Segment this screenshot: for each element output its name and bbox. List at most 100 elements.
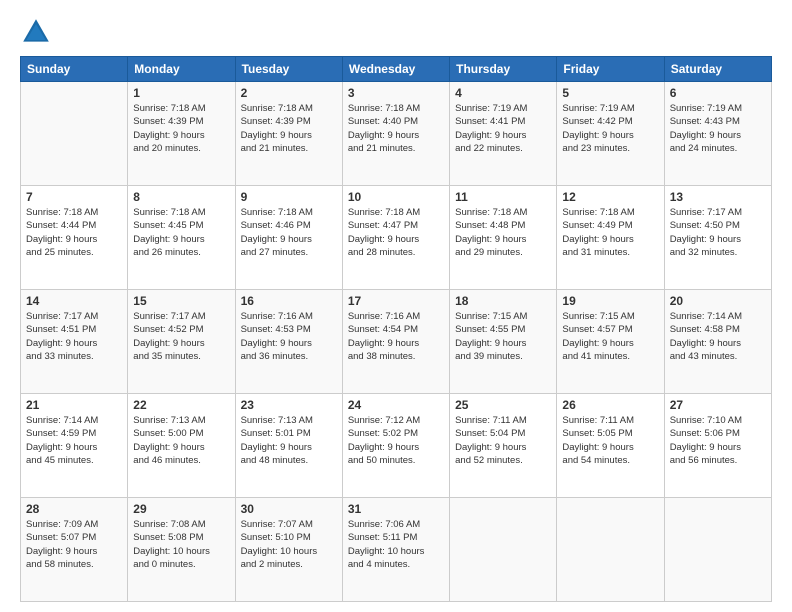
day-number: 12 [562,190,658,204]
calendar-cell: 3Sunrise: 7:18 AM Sunset: 4:40 PM Daylig… [342,82,449,186]
calendar-cell: 8 Sunrise: 7:18 AM Sunset: 4:45 PM Daylig… [128,186,235,290]
calendar-cell: 9Sunrise: 7:18 AM Sunset: 4:46 PM Daylig… [235,186,342,290]
day-number: 17 [348,294,444,308]
header-day-monday: Monday [128,57,235,82]
calendar-cell: 11 Sunrise: 7:18 AM Sunset: 4:48 PM Dayli… [450,186,557,290]
day-number: 30 [241,502,337,516]
header-day-sunday: Sunday [21,57,128,82]
cell-content: Sunrise: 7:19 AM Sunset: 4:41 PM Dayligh… [455,102,551,155]
cell-content: Sunrise: 7:14 AM Sunset: 4:59 PM Dayligh… [26,414,122,467]
cell-content: Sunrise: 7:18 AM Sunset: 4:39 PM Dayligh… [133,102,229,155]
calendar-cell: 31Sunrise: 7:06 AM Sunset: 5:11 PM Dayli… [342,498,449,602]
header-day-wednesday: Wednesday [342,57,449,82]
cell-content: Sunrise: 7:16 AM Sunset: 4:53 PM Dayligh… [241,310,337,363]
day-number: 18 [455,294,551,308]
calendar-cell: 7 Sunrise: 7:18 AM Sunset: 4:44 PM Daylig… [21,186,128,290]
calendar-header-row: SundayMondayTuesdayWednesdayThursdayFrid… [21,57,772,82]
day-number: 25 [455,398,551,412]
calendar-cell: 16 Sunrise: 7:16 AM Sunset: 4:53 PM Dayli… [235,290,342,394]
day-number: 1 [133,86,229,100]
day-number: 19 [562,294,658,308]
calendar-cell: 13 Sunrise: 7:17 AM Sunset: 4:50 PM Dayli… [664,186,771,290]
header [20,16,772,48]
day-number: 8 [133,190,229,204]
cell-content: Sunrise: 7:15 AM Sunset: 4:57 PM Dayligh… [562,310,658,363]
calendar-cell: 27 Sunrise: 7:10 AM Sunset: 5:06 PM Dayli… [664,394,771,498]
cell-content: Sunrise: 7:17 AM Sunset: 4:51 PM Dayligh… [26,310,122,363]
day-number: 11 [455,190,551,204]
cell-content: Sunrise: 7:13 AM Sunset: 5:01 PM Dayligh… [241,414,337,467]
header-day-thursday: Thursday [450,57,557,82]
calendar-cell [557,498,664,602]
calendar-week-4: 21Sunrise: 7:14 AM Sunset: 4:59 PM Dayli… [21,394,772,498]
cell-content: Sunrise: 7:18 AM Sunset: 4:49 PM Dayligh… [562,206,658,259]
cell-content: Sunrise: 7:19 AM Sunset: 4:43 PM Dayligh… [670,102,766,155]
header-day-tuesday: Tuesday [235,57,342,82]
cell-content: Sunrise: 7:18 AM Sunset: 4:39 PM Dayligh… [241,102,337,155]
cell-content: Sunrise: 7:09 AM Sunset: 5:07 PM Dayligh… [26,518,122,571]
calendar-week-5: 28 Sunrise: 7:09 AM Sunset: 5:07 PM Dayli… [21,498,772,602]
cell-content: Sunrise: 7:11 AM Sunset: 5:05 PM Dayligh… [562,414,658,467]
calendar-cell: 21Sunrise: 7:14 AM Sunset: 4:59 PM Dayli… [21,394,128,498]
cell-content: Sunrise: 7:18 AM Sunset: 4:45 PM Dayligh… [133,206,229,259]
cell-content: Sunrise: 7:07 AM Sunset: 5:10 PM Dayligh… [241,518,337,571]
calendar-cell [21,82,128,186]
cell-content: Sunrise: 7:18 AM Sunset: 4:48 PM Dayligh… [455,206,551,259]
day-number: 15 [133,294,229,308]
cell-content: Sunrise: 7:14 AM Sunset: 4:58 PM Dayligh… [670,310,766,363]
day-number: 16 [241,294,337,308]
calendar-cell [664,498,771,602]
cell-content: Sunrise: 7:18 AM Sunset: 4:40 PM Dayligh… [348,102,444,155]
calendar-cell: 22Sunrise: 7:13 AM Sunset: 5:00 PM Dayli… [128,394,235,498]
day-number: 14 [26,294,122,308]
day-number: 4 [455,86,551,100]
calendar-cell: 15 Sunrise: 7:17 AM Sunset: 4:52 PM Dayli… [128,290,235,394]
page: SundayMondayTuesdayWednesdayThursdayFrid… [0,0,792,612]
calendar-cell: 2 Sunrise: 7:18 AM Sunset: 4:39 PM Daylig… [235,82,342,186]
calendar-cell: 5 Sunrise: 7:19 AM Sunset: 4:42 PM Daylig… [557,82,664,186]
cell-content: Sunrise: 7:17 AM Sunset: 4:52 PM Dayligh… [133,310,229,363]
calendar-cell: 23 Sunrise: 7:13 AM Sunset: 5:01 PM Dayli… [235,394,342,498]
day-number: 13 [670,190,766,204]
day-number: 28 [26,502,122,516]
day-number: 2 [241,86,337,100]
calendar-cell: 4 Sunrise: 7:19 AM Sunset: 4:41 PM Daylig… [450,82,557,186]
calendar-cell: 28 Sunrise: 7:09 AM Sunset: 5:07 PM Dayli… [21,498,128,602]
calendar-cell [450,498,557,602]
calendar-cell: 14 Sunrise: 7:17 AM Sunset: 4:51 PM Dayli… [21,290,128,394]
logo-icon [20,16,52,48]
cell-content: Sunrise: 7:16 AM Sunset: 4:54 PM Dayligh… [348,310,444,363]
calendar-cell: 29 Sunrise: 7:08 AM Sunset: 5:08 PM Dayli… [128,498,235,602]
day-number: 29 [133,502,229,516]
calendar-cell: 30 Sunrise: 7:07 AM Sunset: 5:10 PM Dayli… [235,498,342,602]
day-number: 31 [348,502,444,516]
calendar-cell: 26 Sunrise: 7:11 AM Sunset: 5:05 PM Dayli… [557,394,664,498]
cell-content: Sunrise: 7:17 AM Sunset: 4:50 PM Dayligh… [670,206,766,259]
cell-content: Sunrise: 7:18 AM Sunset: 4:44 PM Dayligh… [26,206,122,259]
cell-content: Sunrise: 7:08 AM Sunset: 5:08 PM Dayligh… [133,518,229,571]
day-number: 22 [133,398,229,412]
day-number: 23 [241,398,337,412]
day-number: 7 [26,190,122,204]
calendar-cell: 24Sunrise: 7:12 AM Sunset: 5:02 PM Dayli… [342,394,449,498]
calendar-week-2: 7 Sunrise: 7:18 AM Sunset: 4:44 PM Daylig… [21,186,772,290]
cell-content: Sunrise: 7:10 AM Sunset: 5:06 PM Dayligh… [670,414,766,467]
calendar-week-3: 14 Sunrise: 7:17 AM Sunset: 4:51 PM Dayli… [21,290,772,394]
cell-content: Sunrise: 7:15 AM Sunset: 4:55 PM Dayligh… [455,310,551,363]
cell-content: Sunrise: 7:12 AM Sunset: 5:02 PM Dayligh… [348,414,444,467]
header-day-friday: Friday [557,57,664,82]
calendar-cell: 17 Sunrise: 7:16 AM Sunset: 4:54 PM Dayli… [342,290,449,394]
calendar-table: SundayMondayTuesdayWednesdayThursdayFrid… [20,56,772,602]
calendar-cell: 18 Sunrise: 7:15 AM Sunset: 4:55 PM Dayli… [450,290,557,394]
day-number: 26 [562,398,658,412]
day-number: 10 [348,190,444,204]
day-number: 5 [562,86,658,100]
calendar-cell: 6 Sunrise: 7:19 AM Sunset: 4:43 PM Daylig… [664,82,771,186]
calendar-cell: 1 Sunrise: 7:18 AM Sunset: 4:39 PM Daylig… [128,82,235,186]
day-number: 6 [670,86,766,100]
day-number: 27 [670,398,766,412]
header-day-saturday: Saturday [664,57,771,82]
calendar-cell: 19 Sunrise: 7:15 AM Sunset: 4:57 PM Dayli… [557,290,664,394]
calendar-cell: 12 Sunrise: 7:18 AM Sunset: 4:49 PM Dayli… [557,186,664,290]
cell-content: Sunrise: 7:19 AM Sunset: 4:42 PM Dayligh… [562,102,658,155]
